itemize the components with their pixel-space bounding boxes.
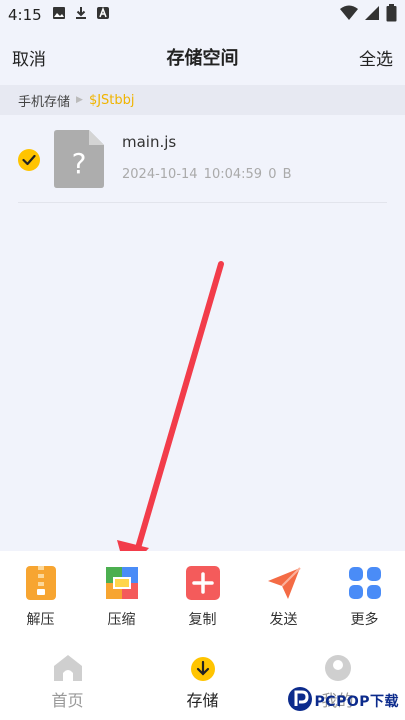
breadcrumb: 手机存储 ▶ $JStbbj xyxy=(0,85,405,115)
tab-storage[interactable]: 存储 xyxy=(135,641,270,720)
send-icon xyxy=(266,565,302,601)
tab-home-label: 首页 xyxy=(51,691,84,710)
file-size: 0 B xyxy=(268,167,292,182)
send-label: 发送 xyxy=(269,612,298,628)
file-meta: 2024-10-14 10:04:59 0 B xyxy=(122,167,292,182)
unzip-label: 解压 xyxy=(26,612,55,628)
battery-icon xyxy=(386,4,397,26)
file-list: ? main.js 2024-10-14 10:04:59 0 B xyxy=(0,115,405,203)
status-time: 4:15 xyxy=(8,6,42,24)
file-date: 2024-10-14 10:04:59 xyxy=(122,167,263,182)
send-button[interactable]: 发送 xyxy=(243,551,324,641)
more-icon xyxy=(347,565,383,601)
checkbox-checked-icon[interactable] xyxy=(18,149,40,171)
breadcrumb-root[interactable]: 手机存储 xyxy=(18,91,70,110)
header: 取消 存储空间 全选 xyxy=(0,30,405,84)
file-name: main.js xyxy=(122,133,177,151)
unknown-file-icon: ? xyxy=(54,130,104,188)
tab-home[interactable]: 首页 xyxy=(0,641,135,720)
compress-button[interactable]: 压缩 xyxy=(81,551,162,641)
status-bar: 4:15 xyxy=(0,0,405,30)
home-icon xyxy=(53,653,83,683)
image-icon xyxy=(52,6,66,24)
unzip-icon xyxy=(23,565,59,601)
wifi-icon xyxy=(340,5,358,25)
svg-text:?: ? xyxy=(72,147,87,180)
compress-icon xyxy=(104,565,140,601)
download-icon xyxy=(74,6,88,24)
watermark: PCPOP下载 xyxy=(287,686,399,716)
storage-icon xyxy=(188,653,218,683)
list-item[interactable]: ? main.js 2024-10-14 10:04:59 0 B xyxy=(18,115,387,203)
more-button[interactable]: 更多 xyxy=(324,551,405,641)
copy-icon xyxy=(185,565,221,601)
unzip-button[interactable]: 解压 xyxy=(0,551,81,641)
watermark-text: PCPOP下载 xyxy=(314,694,399,710)
tab-storage-label: 存储 xyxy=(186,691,219,710)
copy-button[interactable]: 复制 xyxy=(162,551,243,641)
signal-icon xyxy=(364,5,380,25)
compress-label: 压缩 xyxy=(107,612,136,628)
app-a-icon xyxy=(96,6,110,24)
pcpop-logo-icon xyxy=(287,686,313,716)
breadcrumb-separator-icon: ▶ xyxy=(76,95,83,105)
more-label: 更多 xyxy=(350,612,379,628)
cancel-button[interactable]: 取消 xyxy=(12,45,46,70)
action-bar: 解压 压缩 复制 发送 更多 xyxy=(0,551,405,641)
breadcrumb-current[interactable]: $JStbbj xyxy=(89,93,135,108)
copy-label: 复制 xyxy=(188,612,217,628)
select-all-button[interactable]: 全选 xyxy=(359,45,393,70)
page-title: 存储空间 xyxy=(166,48,239,69)
profile-icon xyxy=(323,653,353,683)
